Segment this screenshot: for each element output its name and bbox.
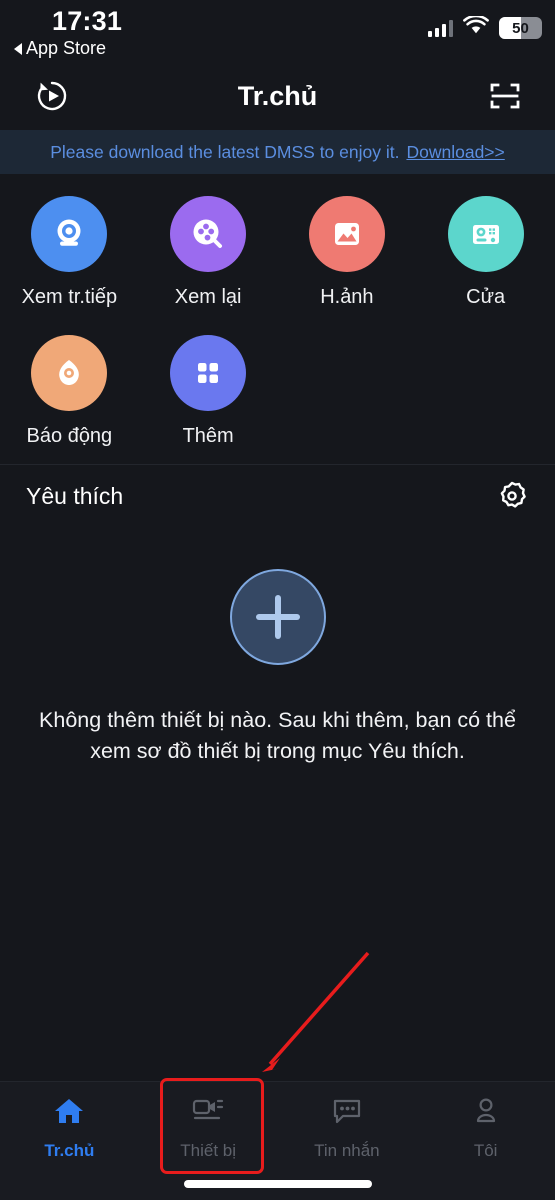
back-triangle-icon: [14, 42, 22, 55]
shortcut-label: Xem tr.tiếp: [21, 286, 118, 308]
door-station-icon: [447, 196, 524, 272]
status-bar-time: 17:31: [52, 6, 123, 36]
live-camera-icon: [31, 196, 108, 272]
shortcut-grid: Xem tr.tiếp Xem lại H.ảnh Cửa Báo động T…: [0, 174, 555, 464]
shortcut-label: Báo động: [26, 425, 113, 447]
battery-level-text: 50: [512, 19, 529, 37]
tab-label: Tr.chủ: [44, 1141, 95, 1160]
shortcut-label: Xem lại: [174, 286, 242, 308]
shortcut-more[interactable]: Thêm: [139, 335, 278, 448]
shortcut-label: H.ảnh: [320, 286, 374, 308]
back-to-app-store-link[interactable]: App Store: [14, 38, 106, 59]
gear-icon[interactable]: [495, 479, 529, 513]
tab-profile[interactable]: Tôi: [416, 1082, 555, 1174]
tab-home[interactable]: Tr.chủ: [0, 1082, 139, 1174]
battery-icon: 50: [499, 17, 542, 39]
wifi-icon: [463, 14, 489, 40]
shortcut-label: Thêm: [182, 425, 234, 447]
home-icon: [52, 1095, 86, 1132]
status-bar-indicators: 50: [427, 14, 542, 40]
back-label: App Store: [26, 38, 107, 58]
playback-film-reel-icon: [170, 196, 247, 272]
tab-label: Tôi: [473, 1141, 498, 1160]
message-bubble-icon: [330, 1095, 364, 1132]
shortcut-door[interactable]: Cửa: [416, 196, 555, 309]
plus-icon: [255, 595, 300, 639]
device-camera-icon: [189, 1095, 227, 1132]
bottom-tab-bar: Tr.chủ Thiết bị Tin nhắn Tôi: [0, 1081, 555, 1200]
status-bar: 17:31 App Store 50: [0, 0, 555, 62]
page-title: Tr.chủ: [237, 80, 318, 111]
favorites-empty-state: Không thêm thiết bị nào. Sau khi thêm, b…: [0, 527, 555, 767]
nav-bar: Tr.chủ: [0, 62, 555, 130]
signal-bars-icon: [427, 19, 453, 37]
favorites-title: Yêu thích: [26, 482, 124, 509]
tab-label: Thiết bị: [180, 1141, 236, 1160]
shortcut-live-view[interactable]: Xem tr.tiếp: [0, 196, 139, 309]
tab-messages[interactable]: Tin nhắn: [278, 1082, 417, 1174]
empty-state-text: Không thêm thiết bị nào. Sau khi thêm, b…: [39, 708, 516, 764]
shortcut-images[interactable]: H.ảnh: [278, 196, 417, 309]
update-banner[interactable]: Please download the latest DMSS to enjoy…: [0, 130, 555, 174]
add-device-button[interactable]: [229, 569, 326, 665]
favorites-header: Yêu thích: [0, 465, 555, 527]
shortcut-alarm[interactable]: Báo động: [0, 335, 139, 448]
tab-devices[interactable]: Thiết bị: [139, 1082, 278, 1174]
picture-image-icon: [308, 196, 385, 272]
replay-history-icon[interactable]: [32, 76, 72, 116]
tab-label: Tin nhắn: [314, 1141, 380, 1160]
alarm-siren-icon: [31, 335, 108, 411]
banner-message: Please download the latest DMSS to enjoy…: [50, 141, 400, 162]
phone-screen: 17:31 App Store 50 Tr.chủ Please downloa…: [0, 0, 555, 1200]
qr-scan-icon[interactable]: [485, 76, 525, 116]
home-indicator: [183, 1180, 372, 1188]
shortcut-playback[interactable]: Xem lại: [139, 196, 278, 309]
shortcut-label: Cửa: [466, 286, 506, 308]
person-profile-icon: [470, 1095, 502, 1132]
more-grid-icon: [170, 335, 247, 411]
banner-download-link[interactable]: Download>>: [406, 142, 504, 163]
